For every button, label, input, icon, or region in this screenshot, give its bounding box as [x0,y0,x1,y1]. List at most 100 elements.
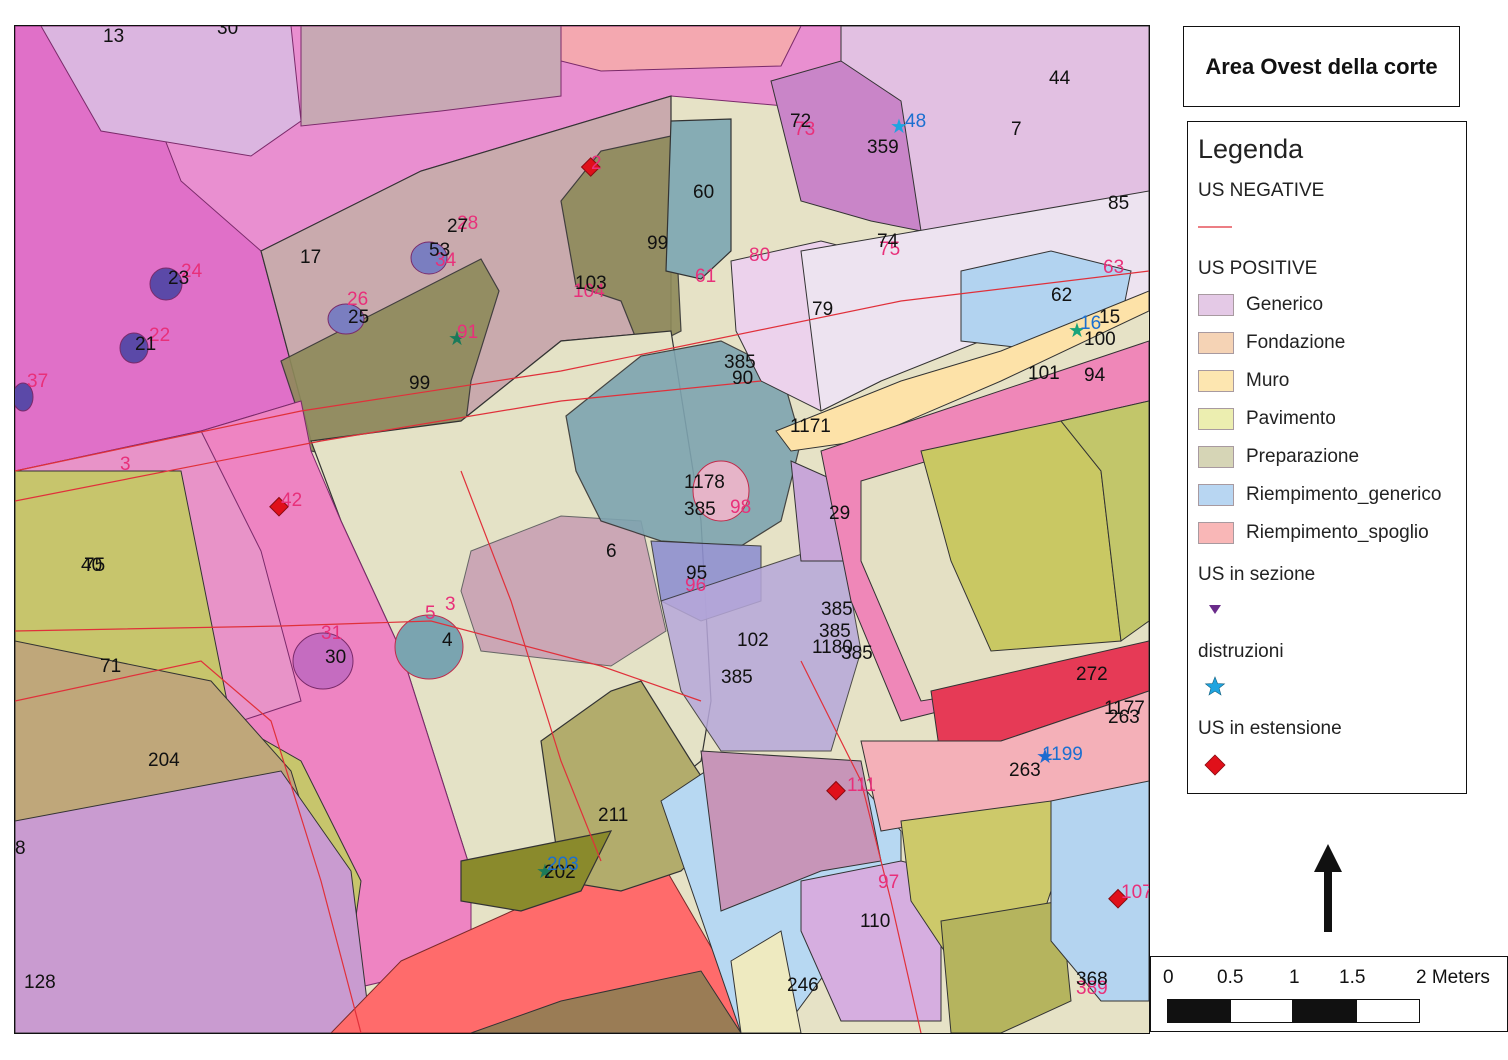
map-label-negative: 2 [591,153,602,174]
map-label-positive: 79 [812,299,833,320]
legend-item-label: Preparazione [1246,446,1360,467]
legend-swatch [1198,484,1234,506]
north-arrow-icon [1314,844,1342,932]
map-label-positive: 53 [429,240,450,261]
map-label-negative: 97 [878,872,899,893]
map-label-positive: 1171 [790,416,831,437]
map-label-positive: 17 [300,247,321,268]
map-label-positive: 211 [598,805,628,826]
map-title: Area Ovest della corte [1205,53,1438,79]
map-label-positive: 27 [447,216,468,237]
legend-item-pavimento: Pavimento [1198,407,1336,431]
scale-segment [1230,999,1293,1023]
legend-item-label: Riempimento_generico [1246,484,1442,505]
legend-swatch [1198,332,1234,354]
map-label-positive: 6 [606,541,617,562]
legend-item-muro: Muro [1198,369,1289,393]
legend-item-label: Fondazione [1246,332,1346,353]
map-label-positive: 60 [693,182,714,203]
legend-swatch [1198,446,1234,468]
legend-positive-title: US POSITIVE [1198,258,1318,279]
map-canvas[interactable]: ★ ★ ★ ★ ★ 24 28 34 26 22 37 91 2 104 61 … [15,26,1149,1033]
legend-item-label: Generico [1246,294,1324,315]
map-label-positive: 13 [103,26,124,47]
map-label-negative: 63 [1103,257,1124,278]
scale-segment [1356,999,1420,1023]
map-label-positive: 103 [575,273,607,294]
map-label-negative: 80 [749,245,770,266]
map-label-positive: 128 [24,972,56,993]
legend-negative-title: US NEGATIVE [1198,180,1325,201]
estensione-diamond-icon [1204,754,1226,776]
map-label-positive: 263 [1108,707,1140,728]
scale-segment [1167,999,1230,1023]
map-label-positive: 29 [829,503,850,524]
scale-label: 0.5 [1217,967,1244,988]
map-label-negative: 31 [321,623,342,644]
legend-item-label: Muro [1246,370,1290,391]
map-label-positive: 75 [84,555,105,576]
map-label-positive: 385 [821,599,853,620]
map-label-positive: 44 [1049,68,1071,89]
map-label-positive: 4 [442,630,453,651]
legend-item-label: Pavimento [1246,408,1336,429]
us-region-salmon-top [560,26,802,72]
map-label-destruction: 16 [1080,313,1101,334]
legend-sezione-title: US in sezione [1198,564,1316,585]
legend-distruzioni-title: distruzioni [1198,641,1284,662]
us-blob-4 [394,614,464,680]
map-label-positive: 359 [867,137,899,158]
map-label-positive: 110 [860,911,890,932]
map-label-negative: 91 [457,322,478,343]
map-label-positive: 71 [100,656,121,677]
map-label-negative: 3 [445,594,456,615]
map-label-positive: 95 [686,563,707,584]
map-label-positive: 204 [148,750,180,771]
scale-label: 2 Meters [1416,967,1490,988]
scale-label: 1.5 [1339,967,1366,988]
map-label-destruction: 203 [547,854,579,875]
map-label-positive: 385 [841,643,873,664]
map-label-positive: 99 [409,373,430,394]
scale-segment [1293,999,1356,1023]
map-label-negative: 42 [281,490,302,511]
legend-item-fondazione: Fondazione [1198,331,1345,355]
map-label-positive: 15 [1099,307,1120,328]
legend-heading: Legenda [1198,134,1304,164]
map-label-positive: 263 [1009,760,1041,781]
map-label-positive: 30 [217,26,238,39]
map-label-negative: 5 [425,603,436,624]
legend-swatch [1198,522,1234,544]
scale-label: 0 [1163,967,1174,988]
map-label-positive: 72 [790,111,811,132]
map-label-positive: 385 [721,667,753,688]
map-label-positive: 23 [168,268,189,289]
map-label-positive: 21 [135,334,156,355]
map-label-positive: 368 [1076,969,1108,990]
map-label-negative: 98 [730,497,751,518]
map-label-positive: 85 [1108,193,1129,214]
map-label-negative: 37 [27,371,48,392]
scale-label: 1 [1289,967,1300,988]
distruzioni-star-icon [1204,676,1226,696]
map-label-positive: 99 [647,233,668,254]
map-label-positive: 1178 [684,472,725,493]
map-label-negative: 111 [847,775,876,796]
map-frame[interactable]: ★ ★ ★ ★ ★ 24 28 34 26 22 37 91 2 104 61 … [14,25,1150,1034]
map-label-positive: 246 [787,975,819,996]
legend-panel: Legenda US NEGATIVE US POSITIVE Generico… [1187,121,1467,794]
map-label-positive: 102 [737,630,769,651]
scale-bar: 0 0.5 1 1.5 2 Meters [1150,956,1508,1032]
map-title-box: Area Ovest della corte [1183,26,1460,107]
sezione-triangle-icon [1209,605,1221,614]
legend-item-preparazione: Preparazione [1198,445,1359,469]
legend-item-riempimento-spoglio: Riempimento_spoglio [1198,521,1429,545]
map-label-destruction: 48 [905,111,926,132]
map-label-positive: 7 [1011,119,1022,140]
map-label-positive: 25 [348,307,369,328]
map-label-destruction: 1199 [1042,744,1083,765]
legend-swatch [1198,408,1234,430]
map-label-positive: 101 [1028,363,1060,384]
map-label-negative: 3 [120,454,131,475]
map-label-positive: 272 [1076,664,1108,685]
